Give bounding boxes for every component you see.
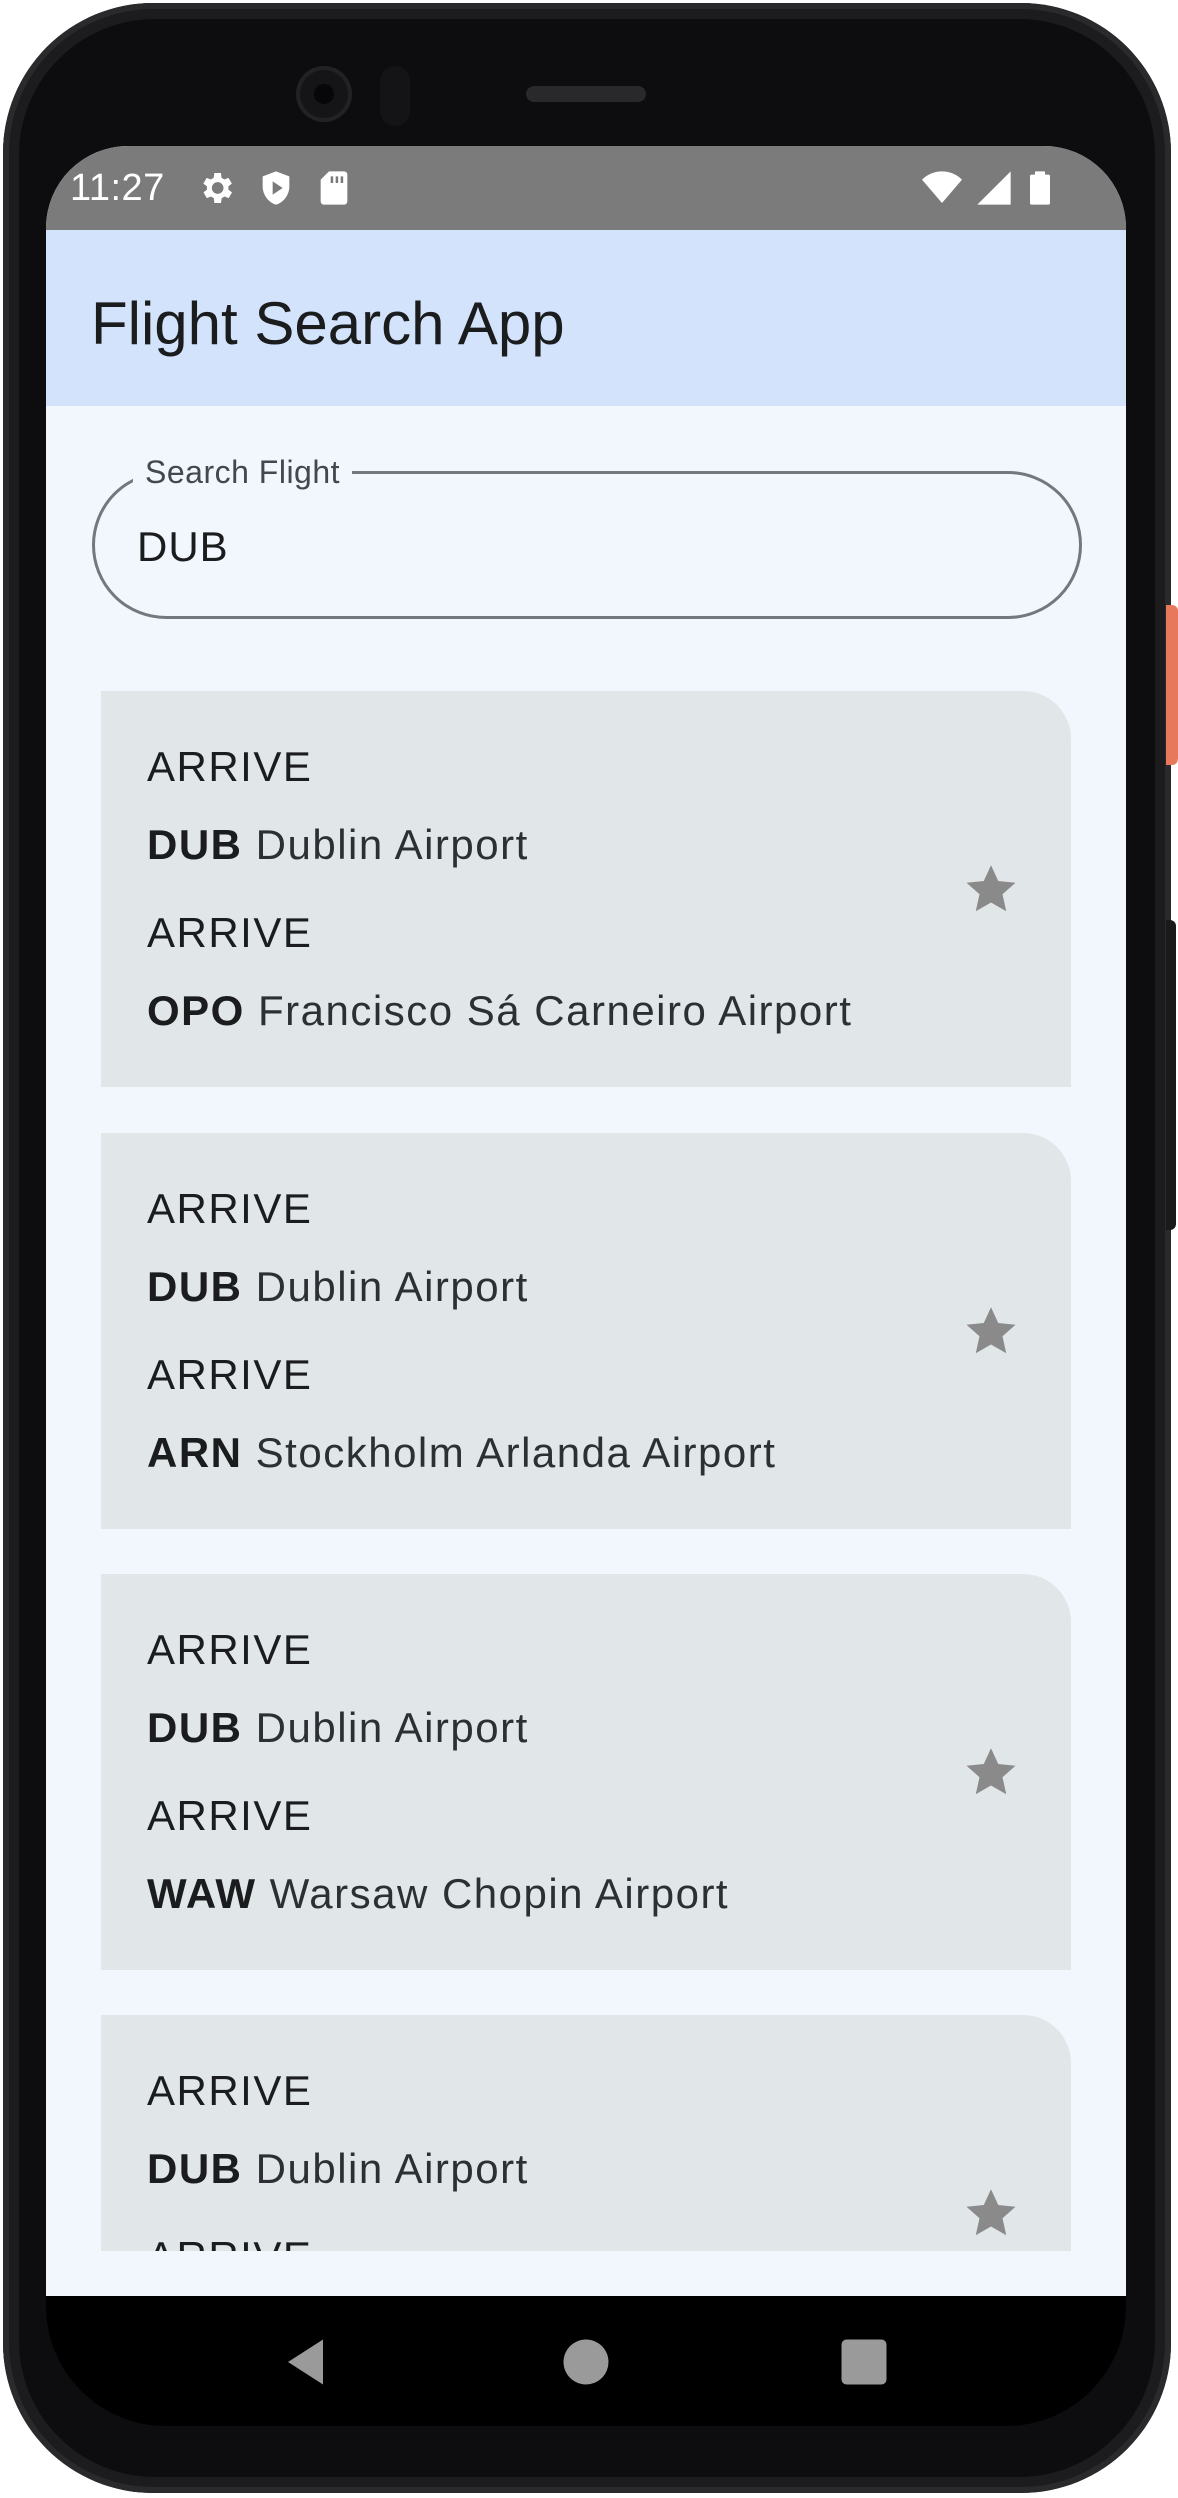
search-input[interactable]: Search Flight DUB xyxy=(92,452,1082,619)
power-button xyxy=(1166,605,1178,765)
arrival-code: OPO xyxy=(147,987,245,1034)
search-value[interactable]: DUB xyxy=(137,522,229,572)
departure-name: Dublin Airport xyxy=(255,1704,529,1751)
screen: 11:27 Flight Search App Search Flight DU… xyxy=(46,146,1126,2296)
sd-card-icon xyxy=(320,171,348,205)
arrival-label: ARRIVE xyxy=(147,1351,313,1398)
navigation-bar xyxy=(46,2296,1126,2426)
arrival-label: ARRIVE xyxy=(147,2231,312,2251)
flight-card[interactable]: ARRIVE DUB Dublin Airport ARRIVE xyxy=(101,2015,1071,2251)
arrival-airport: WAW Warsaw Chopin Airport xyxy=(147,1868,729,1920)
arrival-airport: ARN Stockholm Arlanda Airport xyxy=(147,1427,776,1479)
signal-icon xyxy=(977,171,1011,205)
status-bar: 11:27 xyxy=(46,146,1126,230)
volume-button xyxy=(1166,920,1176,1230)
departure-code: DUB xyxy=(147,821,243,868)
front-camera xyxy=(296,66,352,122)
departure-code: DUB xyxy=(147,2145,243,2192)
arrival-name: Stockholm Arlanda Airport xyxy=(255,1429,777,1476)
settings-icon xyxy=(203,173,232,203)
wifi-icon xyxy=(922,171,962,203)
home-icon[interactable] xyxy=(556,2332,616,2392)
shield-play-icon xyxy=(262,171,290,205)
arrival-label: ARRIVE xyxy=(147,1792,313,1839)
arrival-label: ARRIVE xyxy=(147,909,313,956)
star-icon[interactable] xyxy=(961,1301,1021,1361)
arrival-name: Warsaw Chopin Airport xyxy=(269,1870,730,1917)
departure-name: Dublin Airport xyxy=(255,2145,529,2192)
departure-label: ARRIVE xyxy=(147,2067,313,2114)
departure-label: ARRIVE xyxy=(147,743,313,790)
departure-code: DUB xyxy=(147,1263,243,1310)
departure-label: ARRIVE xyxy=(147,1626,313,1673)
flight-card[interactable]: ARRIVE DUB Dublin Airport ARRIVE WAW War… xyxy=(101,1574,1071,1970)
flight-list[interactable]: ARRIVE DUB Dublin Airport ARRIVE OPO Fra… xyxy=(46,691,1126,2251)
departure-label: ARRIVE xyxy=(147,1185,313,1232)
top-app-bar: Flight Search App xyxy=(46,230,1126,406)
battery-icon xyxy=(1030,171,1050,205)
departure-code: DUB xyxy=(147,1704,243,1751)
app-title: Flight Search App xyxy=(91,290,565,357)
proximity-sensor xyxy=(380,66,410,126)
arrival-airport: OPO Francisco Sá Carneiro Airport xyxy=(147,985,852,1037)
recents-icon[interactable] xyxy=(834,2332,894,2392)
earpiece-speaker xyxy=(526,86,646,102)
departure-name: Dublin Airport xyxy=(255,1263,529,1310)
departure-name: Dublin Airport xyxy=(255,821,529,868)
arrival-code: WAW xyxy=(147,1870,257,1917)
departure-airport: DUB Dublin Airport xyxy=(147,2143,529,2195)
search-label: Search Flight xyxy=(133,452,353,492)
flight-card[interactable]: ARRIVE DUB Dublin Airport ARRIVE ARN Sto… xyxy=(101,1133,1071,1529)
star-icon[interactable] xyxy=(961,2183,1021,2243)
back-icon[interactable] xyxy=(278,2332,338,2392)
arrival-code: ARN xyxy=(147,1429,243,1476)
status-time: 11:27 xyxy=(70,167,165,209)
star-icon[interactable] xyxy=(961,1742,1021,1802)
arrival-name: Francisco Sá Carneiro Airport xyxy=(258,987,853,1034)
flight-card[interactable]: ARRIVE DUB Dublin Airport ARRIVE OPO Fra… xyxy=(101,691,1071,1087)
departure-airport: DUB Dublin Airport xyxy=(147,1702,529,1754)
departure-airport: DUB Dublin Airport xyxy=(147,819,529,871)
star-icon[interactable] xyxy=(961,859,1021,919)
departure-airport: DUB Dublin Airport xyxy=(147,1261,529,1313)
